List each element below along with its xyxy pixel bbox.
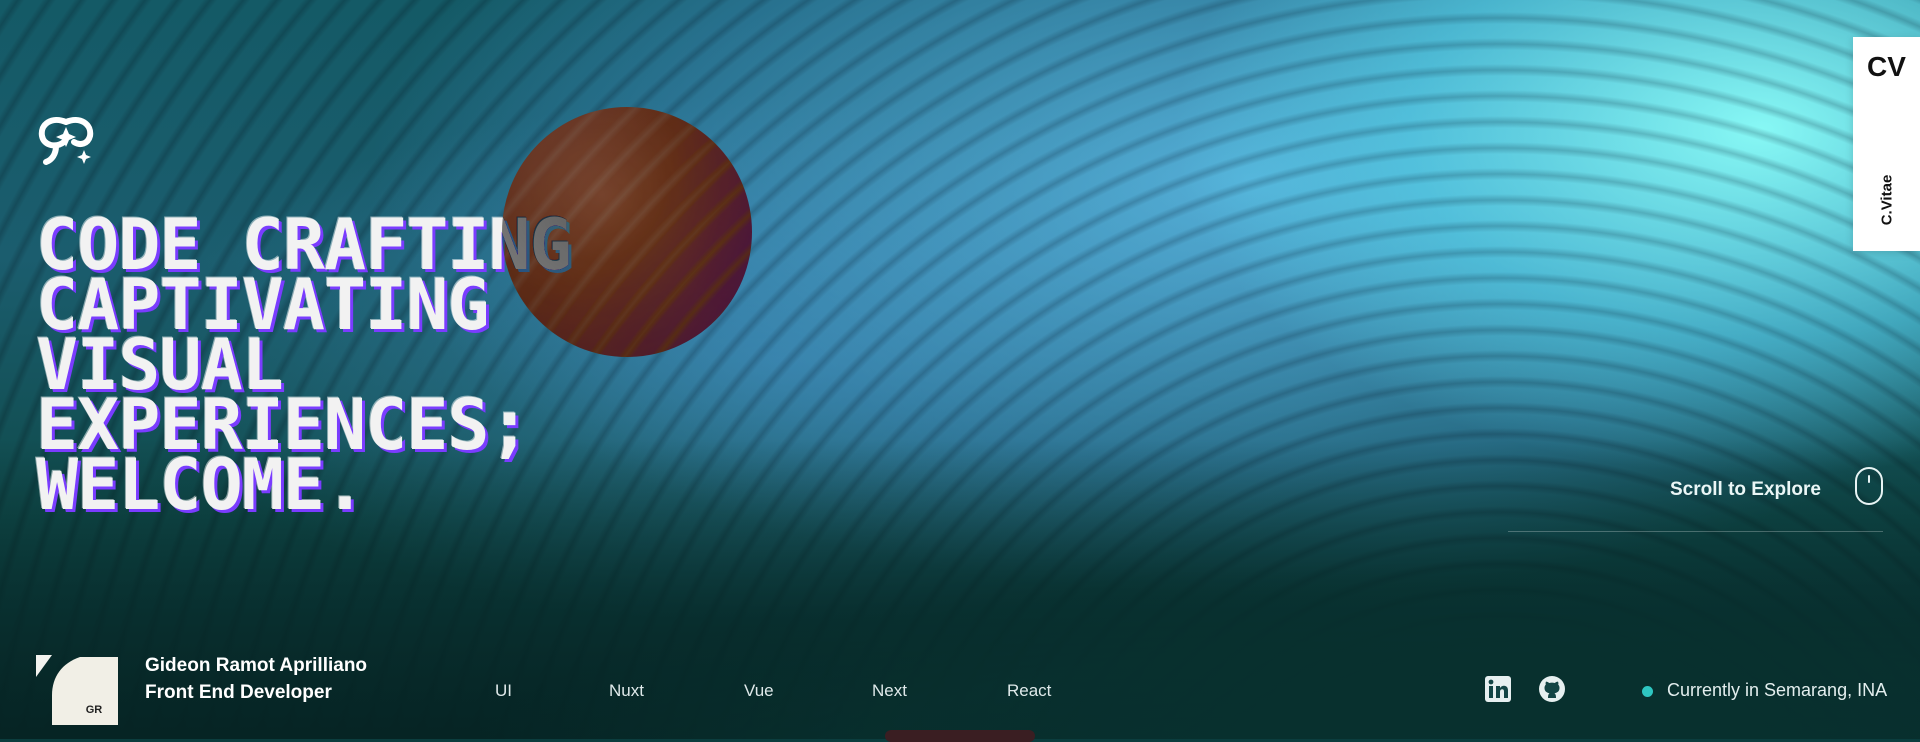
avatar: GR (36, 655, 118, 725)
profile-role: Front End Developer (145, 682, 332, 703)
location-status: Currently in Semarang, INA (1667, 680, 1888, 700)
github-icon[interactable] (1539, 676, 1565, 702)
cv-tab-title: CV (1867, 51, 1906, 82)
cv-tab-subtitle: C.Vitae (1878, 174, 1895, 226)
cursor-blend-circle (502, 107, 752, 357)
mouse-scroll-icon (1855, 467, 1883, 505)
nav-item-nuxt[interactable]: Nuxt (609, 681, 644, 701)
avatar-initials: GR (86, 704, 103, 716)
linkedin-icon[interactable] (1485, 676, 1511, 702)
site-logo-icon[interactable] (36, 112, 96, 170)
scroll-to-explore-label[interactable]: Scroll to Explore (1670, 479, 1821, 501)
divider (1508, 531, 1883, 532)
profile-name: Gideon Ramot Aprilliano (145, 655, 368, 676)
nav-item-ui[interactable]: UI (495, 681, 512, 701)
nav-item-react[interactable]: React (1007, 681, 1051, 701)
bottom-pill (885, 730, 1035, 742)
nav-item-vue[interactable]: Vue (744, 681, 774, 701)
cv-tab[interactable]: CV C.Vitae (1853, 37, 1920, 251)
hero-headline: CODE CRAFTING CAPTIVATING VISUAL EXPERIE… (36, 210, 572, 520)
profile-info: Gideon Ramot Aprilliano Front End Develo… (145, 652, 367, 706)
status-dot (1642, 686, 1653, 697)
nav-item-next[interactable]: Next (872, 681, 907, 701)
